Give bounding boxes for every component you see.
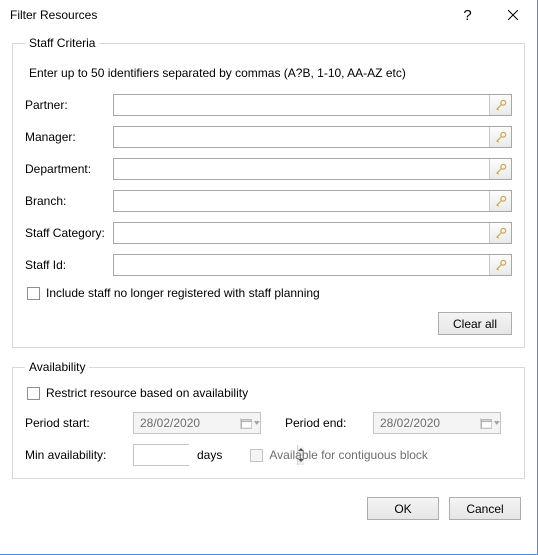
- staff-id-lookup-button[interactable]: [489, 255, 511, 275]
- window-title: Filter Resources: [10, 8, 445, 22]
- period-end-dropdown[interactable]: [480, 418, 500, 429]
- chevron-down-icon: [254, 421, 260, 425]
- staff-category-label: Staff Category:: [25, 226, 113, 240]
- calendar-icon: [481, 418, 492, 429]
- partner-input[interactable]: [114, 95, 489, 115]
- period-start-label: Period start:: [25, 416, 133, 430]
- min-availability-label: Min availability:: [25, 448, 133, 462]
- min-availability-stepper[interactable]: [133, 444, 189, 466]
- partner-lookup-button[interactable]: [489, 95, 511, 115]
- chevron-down-icon: [494, 421, 500, 425]
- staff-category-input[interactable]: [114, 223, 489, 243]
- staff-id-input[interactable]: [114, 255, 489, 275]
- manager-label: Manager:: [25, 130, 113, 144]
- calendar-icon: [241, 418, 252, 429]
- lookup-icon: [495, 131, 507, 143]
- staff-id-label: Staff Id:: [25, 258, 113, 272]
- restrict-availability-checkbox[interactable]: [27, 387, 40, 400]
- manager-picker: [113, 126, 512, 148]
- branch-lookup-button[interactable]: [489, 191, 511, 211]
- availability-group: Availability Restrict resource based on …: [12, 360, 525, 479]
- period-start-dropdown[interactable]: [240, 418, 260, 429]
- period-start-value: 28/02/2020: [134, 416, 240, 430]
- titlebar: Filter Resources ?: [0, 0, 537, 30]
- branch-label: Branch:: [25, 194, 113, 208]
- restrict-availability-label: Restrict resource based on availability: [46, 386, 248, 400]
- manager-lookup-button[interactable]: [489, 127, 511, 147]
- period-end-field[interactable]: 28/02/2020: [373, 412, 501, 434]
- close-button[interactable]: [490, 1, 535, 29]
- manager-input[interactable]: [114, 127, 489, 147]
- department-lookup-button[interactable]: [489, 159, 511, 179]
- days-label: days: [197, 448, 222, 462]
- staff-criteria-group: Staff Criteria Enter up to 50 identifier…: [12, 36, 525, 348]
- clear-all-button[interactable]: Clear all: [438, 312, 512, 335]
- ok-button[interactable]: OK: [367, 497, 439, 520]
- partner-picker: [113, 94, 512, 116]
- department-picker: [113, 158, 512, 180]
- department-label: Department:: [25, 162, 113, 176]
- lookup-icon: [495, 163, 507, 175]
- department-input[interactable]: [114, 159, 489, 179]
- staff-category-lookup-button[interactable]: [489, 223, 511, 243]
- branch-input[interactable]: [114, 191, 489, 211]
- branch-picker: [113, 190, 512, 212]
- include-unregistered-checkbox[interactable]: [27, 287, 40, 300]
- period-start-field[interactable]: 28/02/2020: [133, 412, 261, 434]
- lookup-icon: [495, 195, 507, 207]
- lookup-icon: [495, 259, 507, 271]
- lookup-icon: [495, 227, 507, 239]
- availability-legend: Availability: [25, 360, 89, 374]
- period-end-label: Period end:: [285, 416, 373, 430]
- period-end-value: 28/02/2020: [374, 416, 480, 430]
- close-icon: [508, 10, 518, 20]
- contiguous-block-label: Available for contiguous block: [269, 448, 428, 462]
- dialog-footer: OK Cancel: [12, 497, 525, 520]
- include-unregistered-label: Include staff no longer registered with …: [46, 286, 320, 300]
- help-button[interactable]: ?: [445, 1, 490, 29]
- staff-category-picker: [113, 222, 512, 244]
- contiguous-block-checkbox[interactable]: [250, 449, 263, 462]
- staff-criteria-legend: Staff Criteria: [25, 36, 99, 50]
- partner-label: Partner:: [25, 98, 113, 112]
- cancel-button[interactable]: Cancel: [449, 497, 521, 520]
- staff-id-picker: [113, 254, 512, 276]
- identifiers-hint: Enter up to 50 identifiers separated by …: [29, 66, 512, 80]
- lookup-icon: [495, 99, 507, 111]
